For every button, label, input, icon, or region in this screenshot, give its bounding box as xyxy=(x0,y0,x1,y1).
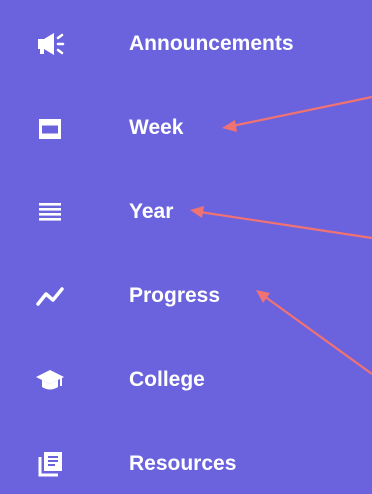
sidebar-item-label: Progress xyxy=(129,284,221,307)
sidebar-item-label: Week xyxy=(129,116,184,139)
progress-chart-icon xyxy=(34,282,66,310)
sidebar-item-label: Announcements xyxy=(129,32,294,55)
year-list-icon xyxy=(34,198,66,226)
sidebar-item-label: Resources xyxy=(129,452,237,475)
resources-icon xyxy=(34,450,66,478)
sidebar-item-resources[interactable]: Resources xyxy=(0,434,372,494)
graduation-cap-icon xyxy=(34,366,66,394)
week-icon xyxy=(34,114,66,142)
sidebar-item-label: College xyxy=(129,368,205,391)
sidebar-item-announcements[interactable]: Announcements xyxy=(0,14,372,74)
sidebar-item-college[interactable]: College xyxy=(0,350,372,410)
megaphone-icon xyxy=(34,30,66,58)
sidebar-item-year[interactable]: Year xyxy=(0,182,372,242)
sidebar-item-progress[interactable]: Progress xyxy=(0,266,372,326)
sidebar-item-week[interactable]: Week xyxy=(0,98,372,158)
sidebar-nav: Announcements Week Year Progress College… xyxy=(0,0,372,494)
annotation-arrows xyxy=(190,95,372,375)
sidebar-item-label: Year xyxy=(129,200,174,223)
